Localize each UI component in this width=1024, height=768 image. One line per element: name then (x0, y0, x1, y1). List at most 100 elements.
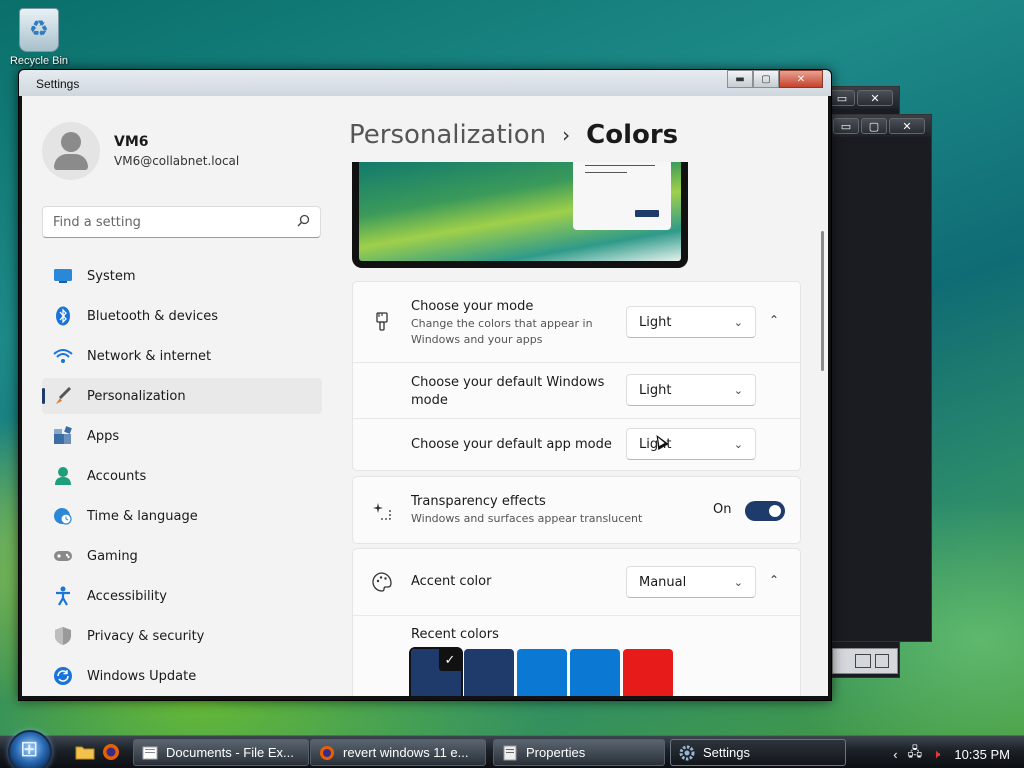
scrollbar[interactable] (821, 231, 824, 371)
settings-window: Settings ▬ ▢ ✕ VM6 VM6@collabnet.local F… (18, 69, 832, 701)
close-button[interactable]: ✕ (779, 70, 823, 88)
recycle-bin-label: Recycle Bin (9, 55, 69, 67)
taskbar-button[interactable]: Documents - File Ex... (133, 739, 309, 766)
bg-minimize-button[interactable]: ▭ (829, 90, 855, 106)
recent-color-swatch[interactable]: ✓ (409, 647, 463, 696)
sidebar-item-system[interactable]: System (42, 258, 322, 294)
palette-icon (371, 571, 393, 593)
sidebar-item-time-language[interactable]: Time & language (42, 498, 322, 534)
sidebar-item-windows-update[interactable]: Windows Update (42, 658, 322, 694)
chevron-down-icon: ⌄ (733, 437, 743, 451)
settings-client: VM6 VM6@collabnet.local System Bluetooth… (22, 96, 828, 696)
profile-email: VM6@collabnet.local (114, 154, 240, 168)
sidebar-item-apps[interactable]: Apps (42, 418, 322, 454)
taskbar-button-label: Settings (703, 745, 750, 760)
transparency-title: Transparency effects (411, 494, 546, 509)
recent-color-swatch[interactable] (570, 649, 620, 696)
sidebar-item-bluetooth[interactable]: Bluetooth & devices (42, 298, 322, 334)
gamepad-icon (52, 546, 74, 566)
page-title: Colors (586, 120, 679, 150)
settings-gear-icon (679, 745, 695, 761)
windows-mode-row: Choose your default Windows mode Light ⌄ (353, 362, 800, 418)
recent-colors-label: Recent colors (411, 627, 499, 642)
accent-color-value: Manual (639, 574, 687, 590)
apps-icon (52, 426, 74, 446)
background-window-footer (832, 648, 898, 674)
transparency-subtitle: Windows and surfaces appear translucent (411, 512, 643, 525)
accent-color-dropdown[interactable]: Manual ⌄ (626, 566, 756, 598)
sidebar-item-label: Accounts (87, 468, 147, 484)
choose-mode-subtitle: Change the colors that appear in Windows… (411, 317, 593, 346)
collapse-mode-button[interactable]: ⌃ (769, 313, 779, 327)
app-mode-dropdown[interactable]: Light ⌄ (626, 428, 756, 460)
clock[interactable]: 10:35 PM (954, 747, 1010, 762)
tray-chevron-icon[interactable]: ‹ (893, 747, 897, 762)
network-icon[interactable]: 🖧 (908, 743, 923, 765)
window-title: Settings (36, 77, 80, 91)
system-tray: ‹ 🖧 🕨 10:35 PM (883, 743, 1010, 765)
windows-mode-dropdown[interactable]: Light ⌄ (626, 374, 756, 406)
taskbar-button[interactable]: Settings (670, 739, 846, 766)
bg2-minimize-button[interactable]: ▭ (833, 118, 859, 134)
sidebar-item-network[interactable]: Network & internet (42, 338, 322, 374)
tile-view-icon[interactable] (875, 654, 889, 668)
preview-window-sample (573, 162, 671, 230)
sidebar-item-personalization[interactable]: Personalization (42, 378, 322, 414)
search-input[interactable] (53, 214, 297, 230)
bluetooth-icon (52, 306, 74, 326)
shield-icon (52, 626, 74, 646)
recent-colors-row: Recent colors ✓ (353, 615, 800, 696)
collapse-accent-button[interactable]: ⌃ (769, 573, 779, 587)
recent-color-swatch[interactable] (517, 649, 567, 696)
minimize-button[interactable]: ▬ (727, 70, 753, 88)
theme-preview (352, 162, 688, 268)
choose-mode-title: Choose your mode (411, 299, 534, 314)
folder-quicklaunch-icon[interactable] (74, 742, 96, 762)
windows-mode-value: Light (639, 382, 672, 398)
taskbar-button-label: Documents - File Ex... (166, 745, 294, 760)
firefox-quicklaunch-icon[interactable] (100, 742, 122, 762)
recent-color-swatch[interactable] (623, 649, 673, 696)
recycle-bin-shortcut[interactable]: Recycle Bin (8, 8, 70, 67)
sidebar-item-label: Gaming (87, 548, 138, 564)
title-bar[interactable]: Settings ▬ ▢ ✕ (19, 70, 831, 96)
transparency-toggle[interactable] (745, 501, 785, 521)
start-button[interactable] (8, 730, 52, 768)
volume-muted-icon[interactable]: 🕨 (932, 746, 940, 762)
profile[interactable]: VM6 VM6@collabnet.local (42, 122, 239, 180)
sidebar-item-accounts[interactable]: Accounts (42, 458, 322, 494)
taskbar-button[interactable]: revert windows 11 e... (310, 739, 486, 766)
brush-icon (52, 386, 74, 406)
system-icon (52, 266, 74, 286)
sidebar-item-privacy[interactable]: Privacy & security (42, 618, 322, 654)
chevron-down-icon: ⌄ (733, 383, 743, 397)
transparency-state: On (713, 502, 732, 517)
brush-bucket-icon (371, 311, 393, 333)
mode-dropdown[interactable]: Light ⌄ (626, 306, 756, 338)
choose-mode-row: Choose your mode Change the colors that … (353, 282, 800, 362)
sparkle-icon (371, 500, 393, 522)
bg2-close-button[interactable]: ✕ (889, 118, 925, 134)
search-icon[interactable] (297, 214, 310, 231)
list-view-icon[interactable] (855, 654, 871, 668)
search-box[interactable] (42, 206, 321, 238)
update-icon (52, 666, 74, 686)
maximize-button[interactable]: ▢ (753, 70, 779, 88)
chevron-down-icon: ⌄ (733, 315, 743, 329)
taskbar-button-label: Properties (526, 745, 586, 760)
recent-color-swatch[interactable] (464, 649, 514, 696)
sidebar-item-label: Personalization (87, 388, 186, 404)
sidebar-item-accessibility[interactable]: Accessibility (42, 578, 322, 614)
properties-icon (502, 745, 518, 761)
sidebar-item-gaming[interactable]: Gaming (42, 538, 322, 574)
breadcrumb: Personalization › Colors (349, 120, 678, 150)
chevron-down-icon: ⌄ (733, 575, 743, 589)
bg2-maximize-button[interactable]: ▢ (861, 118, 887, 134)
bg-close-button[interactable]: ✕ (857, 90, 893, 106)
taskbar: Documents - File Ex... revert windows 11 … (0, 730, 1024, 768)
windows-mode-label: Choose your default Windows mode (411, 375, 605, 408)
breadcrumb-parent[interactable]: Personalization (349, 120, 546, 150)
background-window-2[interactable]: ▭ ▢ ✕ (826, 114, 932, 642)
taskbar-button[interactable]: Properties (493, 739, 665, 766)
sidebar-nav: System Bluetooth & devices Network & int… (42, 258, 322, 696)
